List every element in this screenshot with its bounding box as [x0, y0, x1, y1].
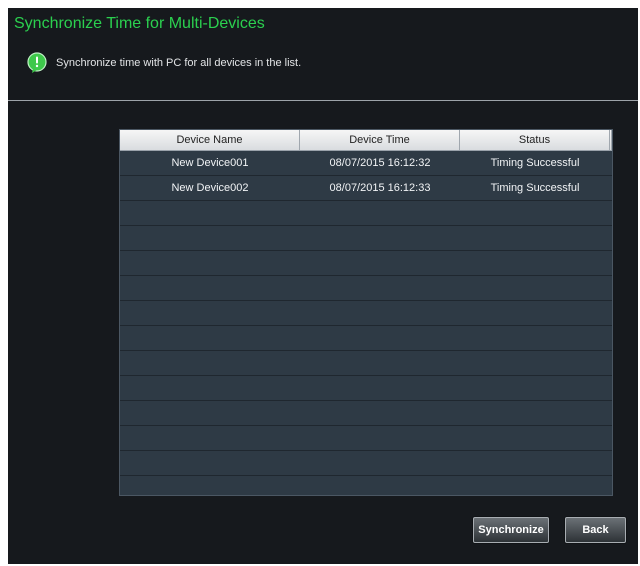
column-header-spacer	[610, 130, 612, 150]
empty-table-row	[120, 351, 612, 376]
column-header-device-name[interactable]: Device Name	[120, 130, 300, 150]
back-button[interactable]: Back	[565, 517, 626, 543]
device-time-cell: 08/07/2015 16:12:32	[329, 157, 431, 169]
status-cell: Timing Successful	[490, 157, 580, 169]
empty-table-row	[120, 376, 612, 401]
device-time-cell: 08/07/2015 16:12:33	[329, 182, 431, 194]
info-bubble-icon	[27, 52, 47, 73]
empty-table-row	[120, 426, 612, 451]
synchronize-button[interactable]: Synchronize	[473, 517, 549, 543]
table-row[interactable]: New Device001 08/07/2015 16:12:32 Timing…	[120, 151, 612, 176]
empty-table-row	[120, 451, 612, 476]
dialog: Synchronize Time for Multi-Devices Synch…	[8, 8, 638, 564]
device-name-cell: New Device001	[171, 157, 249, 169]
empty-table-row	[120, 301, 612, 326]
divider	[8, 100, 638, 101]
empty-table-row	[120, 476, 612, 495]
column-header-status[interactable]: Status	[460, 130, 610, 150]
empty-table-row	[120, 226, 612, 251]
table-body: New Device001 08/07/2015 16:12:32 Timing…	[120, 151, 612, 495]
table-row[interactable]: New Device002 08/07/2015 16:12:33 Timing…	[120, 176, 612, 201]
empty-table-row	[120, 201, 612, 226]
empty-table-row	[120, 251, 612, 276]
empty-table-row	[120, 401, 612, 426]
status-cell: Timing Successful	[490, 182, 580, 194]
table-header: Device Name Device Time Status	[120, 130, 612, 151]
device-name-cell: New Device002	[171, 182, 249, 194]
empty-table-row	[120, 326, 612, 351]
device-table[interactable]: Device Name Device Time Status New Devic…	[119, 129, 613, 496]
info-text: Synchronize time with PC for all devices…	[56, 57, 302, 69]
empty-table-row	[120, 276, 612, 301]
column-header-device-time[interactable]: Device Time	[300, 130, 460, 150]
dialog-title: Synchronize Time for Multi-Devices	[14, 15, 265, 32]
